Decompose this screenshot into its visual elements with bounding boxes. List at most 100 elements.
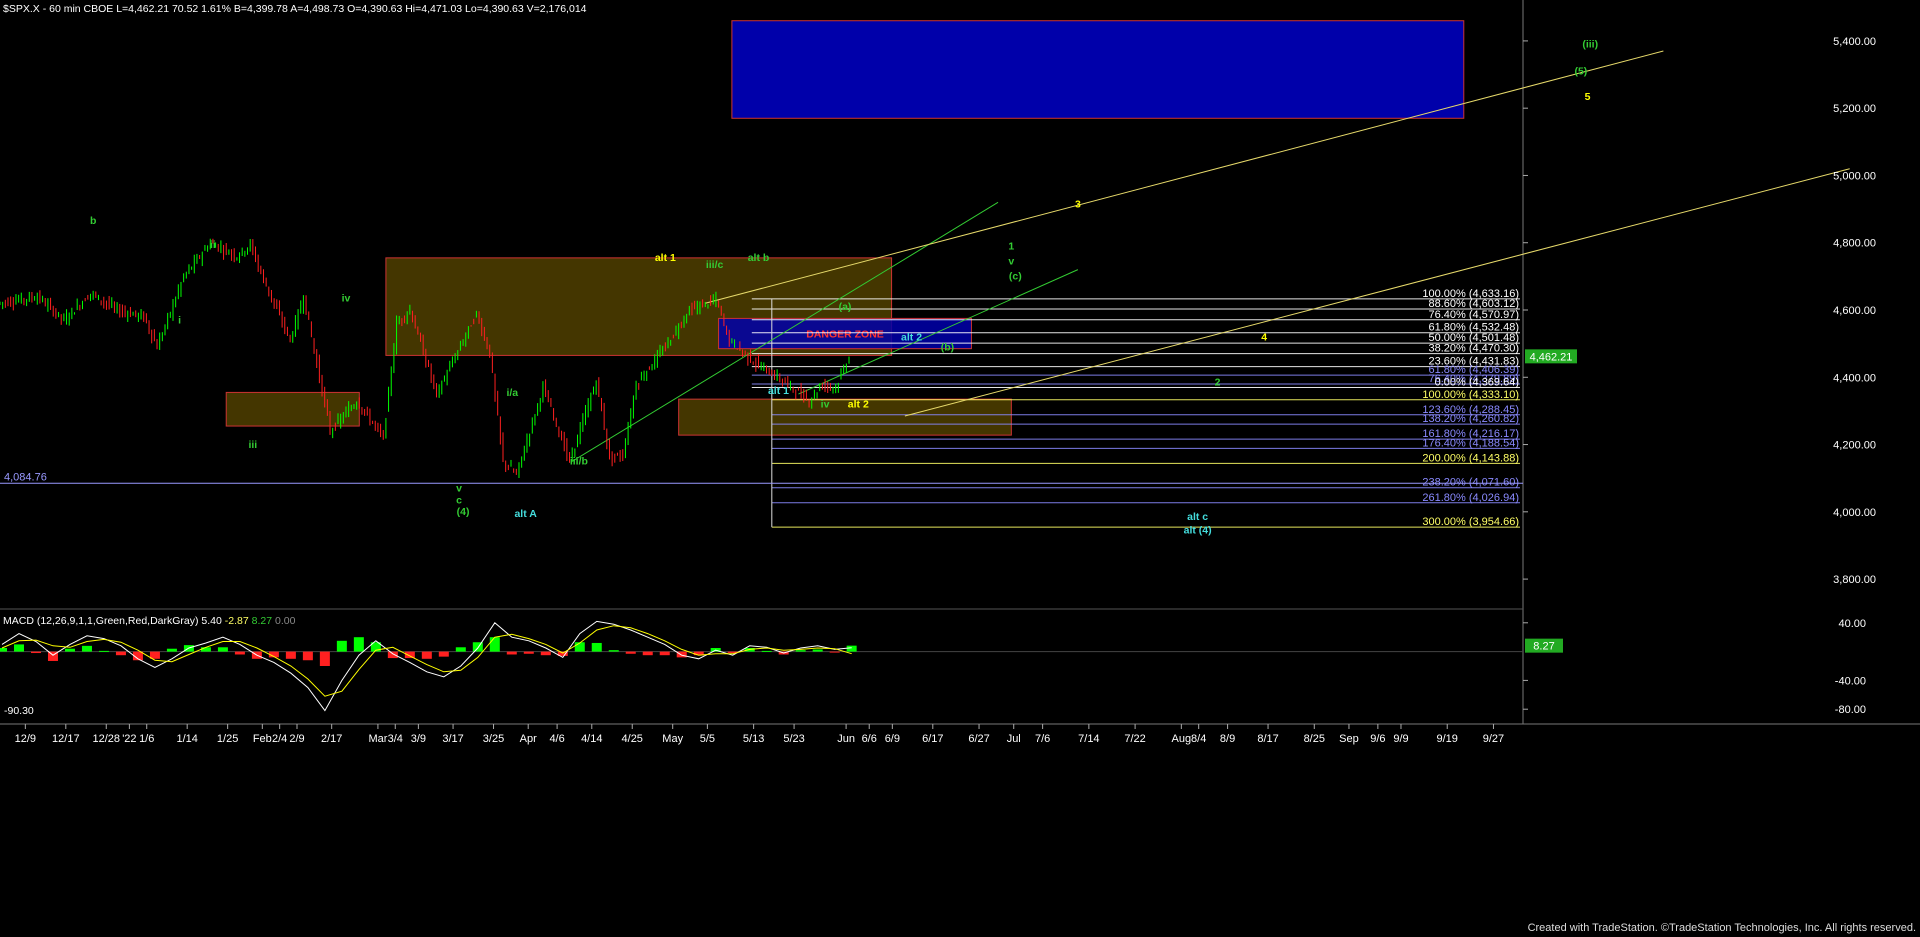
wave-label: alt b bbox=[748, 252, 770, 264]
time-tick-label: 2/17 bbox=[321, 733, 342, 745]
macd-value: 5.40 bbox=[201, 615, 224, 627]
wave-label: iv bbox=[342, 293, 351, 305]
wave-label: (c) bbox=[1009, 271, 1022, 283]
fib-label: 176.40% (4,188.54) bbox=[1422, 437, 1519, 449]
time-tick-label: 9/9 bbox=[1393, 733, 1408, 745]
macd-histogram-bar bbox=[659, 651, 670, 656]
macd-histogram-bar bbox=[608, 650, 619, 652]
macd-histogram-bar bbox=[761, 650, 772, 652]
chart-canvas[interactable]: DANGER ZONE 100.00% (4,633.16)88.60% (4,… bbox=[0, 0, 1920, 937]
price-tick-label: 5,400.00 bbox=[1833, 36, 1876, 48]
macd-histogram-bar bbox=[319, 651, 330, 666]
time-tick-label: 4/14 bbox=[581, 733, 602, 745]
wave-label: alt A bbox=[514, 508, 537, 520]
time-tick-label: 8/17 bbox=[1257, 733, 1278, 745]
fib-label: 261.80% (4,026.94) bbox=[1422, 492, 1519, 504]
macd-histogram-bar bbox=[523, 651, 534, 654]
macd-histogram-bar bbox=[285, 651, 296, 659]
macd-tick-label: 40.00 bbox=[1838, 618, 1866, 630]
wave-label: (b) bbox=[941, 341, 954, 353]
wave-label: alt c bbox=[1187, 511, 1208, 523]
macd-histogram-bar bbox=[115, 651, 126, 656]
fib-label: 138.20% (4,260.82) bbox=[1422, 413, 1519, 425]
time-tick-label: 9/27 bbox=[1483, 733, 1504, 745]
time-tick-label: 5/5 bbox=[700, 733, 715, 745]
wave-label: v bbox=[456, 483, 462, 495]
time-tick-label: 8/4 bbox=[1191, 733, 1206, 745]
macd-histogram-bar bbox=[166, 648, 177, 652]
macd-histogram-bar bbox=[506, 651, 517, 655]
macd-value: 0.00 bbox=[275, 615, 296, 627]
macd-value: -2.87 bbox=[225, 615, 252, 627]
time-tick-label: 1/6 bbox=[139, 733, 154, 745]
macd-title: MACD (12,26,9,1,1,Green,Red,DarkGray) 5.… bbox=[3, 615, 296, 627]
macd-histogram-bar bbox=[98, 650, 109, 652]
wave-label: iii/b bbox=[570, 456, 588, 468]
price-tick-label: 5,200.00 bbox=[1833, 103, 1876, 115]
wave-label: alt 2 bbox=[901, 331, 922, 343]
macd-histogram-bar bbox=[625, 651, 636, 654]
wave-label: iii bbox=[248, 439, 257, 451]
wave-label: 4 bbox=[1261, 331, 1267, 343]
chart-background bbox=[0, 0, 1920, 937]
time-tick-label: 6/27 bbox=[968, 733, 989, 745]
macd-histogram-bar bbox=[591, 642, 602, 652]
macd-histogram-bar bbox=[404, 651, 415, 659]
macd-tick-label: -40.00 bbox=[1835, 675, 1866, 687]
wave-label: 5 bbox=[1585, 91, 1591, 103]
time-tick-label: 5/23 bbox=[783, 733, 804, 745]
time-tick-label: Mar bbox=[368, 733, 387, 745]
time-tick-label: 1/14 bbox=[176, 733, 197, 745]
time-tick-label: Jun bbox=[837, 733, 855, 745]
time-tick-label: 4/25 bbox=[622, 733, 643, 745]
wave-label: b bbox=[90, 215, 96, 227]
macd-histogram-bar bbox=[30, 651, 41, 654]
time-tick-label: 5/13 bbox=[743, 733, 764, 745]
price-tick-label: 4,800.00 bbox=[1833, 238, 1876, 250]
macd-histogram-bar bbox=[812, 649, 823, 652]
time-tick-label: 9/19 bbox=[1437, 733, 1458, 745]
time-tick-label: Aug bbox=[1172, 733, 1192, 745]
macd-histogram-bar bbox=[200, 647, 211, 652]
time-tick-label: Sep bbox=[1339, 733, 1359, 745]
price-tick-label: 4,400.00 bbox=[1833, 372, 1876, 384]
macd-histogram-bar bbox=[829, 651, 840, 653]
price-tick-label: 4,600.00 bbox=[1833, 305, 1876, 317]
time-tick-label: 3/4 bbox=[388, 733, 403, 745]
time-tick-label: 1/25 bbox=[217, 733, 238, 745]
zone-box-blue_target bbox=[731, 20, 1465, 119]
time-tick-label: 3/9 bbox=[411, 733, 426, 745]
wave-label: (5) bbox=[1574, 66, 1587, 78]
macd-histogram-bar bbox=[234, 651, 245, 655]
macd-histogram-bar bbox=[421, 651, 432, 659]
macd-histogram-bar bbox=[438, 651, 449, 657]
fib-label: 38.20% (4,470.30) bbox=[1428, 343, 1519, 355]
time-tick-label: 9/6 bbox=[1370, 733, 1385, 745]
macd-histogram-bar bbox=[455, 647, 466, 652]
time-tick-label: '22 bbox=[122, 733, 136, 745]
wave-label: alt (4) bbox=[1184, 525, 1212, 537]
macd-histogram-bar bbox=[64, 648, 75, 652]
time-tick-label: 12/17 bbox=[52, 733, 80, 745]
wave-label: (a) bbox=[839, 301, 852, 313]
symbol-header: $SPX.X - 60 min CBOE L=4,462.21 70.52 1.… bbox=[3, 3, 587, 15]
fib-label: 76.40% (4,570.97) bbox=[1428, 309, 1519, 321]
reference-line-label: 4,084.76 bbox=[4, 471, 47, 483]
time-tick-label: 6/17 bbox=[922, 733, 943, 745]
macd-histogram-bar bbox=[353, 637, 364, 652]
time-tick-label: 2/4 bbox=[272, 733, 287, 745]
macd-histogram-bar bbox=[795, 650, 806, 652]
zone-label: DANGER ZONE bbox=[806, 329, 884, 341]
macd-histogram-bar bbox=[0, 648, 7, 652]
wave-label: i/a bbox=[506, 387, 518, 399]
macd-tick-label: -80.00 bbox=[1835, 704, 1866, 716]
wave-label: (iii) bbox=[1582, 39, 1598, 51]
wave-label: v bbox=[1008, 256, 1014, 268]
zone-box-olive_left bbox=[225, 391, 360, 427]
time-tick-label: May bbox=[662, 733, 683, 745]
macd-histogram-bar bbox=[217, 647, 228, 652]
time-tick-label: 2/9 bbox=[289, 733, 304, 745]
wave-label: 2 bbox=[1215, 377, 1221, 389]
wave-label: i bbox=[178, 314, 181, 326]
price-tick-label: 5,000.00 bbox=[1833, 170, 1876, 182]
